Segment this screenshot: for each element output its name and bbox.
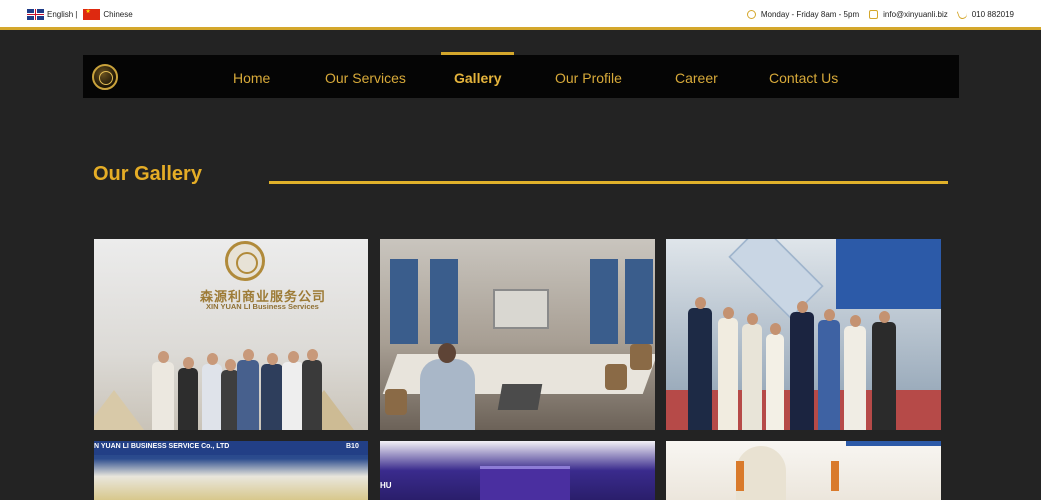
person	[420, 343, 475, 430]
phone-icon	[956, 8, 969, 21]
clock-icon	[746, 10, 756, 19]
laptop	[497, 384, 543, 410]
person	[178, 357, 198, 430]
chair	[385, 389, 407, 415]
person	[766, 323, 784, 430]
main-nav: Home Our Services Gallery Our Profile Ca…	[83, 52, 959, 98]
person	[237, 349, 259, 430]
contact-info: Monday - Friday 8am - 5pm info@xinyuanli…	[746, 8, 1014, 21]
lantern-decor	[736, 461, 744, 491]
business-hours: Monday - Friday 8am - 5pm	[760, 10, 860, 19]
nav-gallery[interactable]: Gallery	[454, 70, 501, 86]
window-curtain	[590, 259, 618, 344]
phone-link[interactable]: 010 882019	[972, 10, 1014, 19]
company-logo[interactable]	[92, 64, 118, 90]
page-title: Our Gallery	[93, 163, 202, 185]
gallery-photo-storefront[interactable]: N YUAN LI BUSINESS SERVICE Co., LTD B10	[94, 441, 368, 500]
person	[742, 313, 762, 430]
gallery-photo-decoration[interactable]	[666, 441, 941, 500]
person	[202, 353, 222, 430]
chair	[605, 364, 627, 390]
window-curtain	[625, 259, 653, 344]
language-switcher: English | Chinese	[27, 9, 133, 20]
backdrop-pattern	[728, 239, 824, 320]
hours-item: Monday - Friday 8am - 5pm	[746, 10, 860, 19]
active-tab-indicator	[441, 52, 514, 55]
person	[688, 297, 712, 430]
gallery-photo-stage-event[interactable]: HU	[380, 441, 655, 500]
person	[818, 309, 840, 430]
china-flag-icon[interactable]	[83, 9, 101, 20]
mountain-decor	[94, 390, 144, 430]
person	[302, 349, 322, 430]
nav-career[interactable]: Career	[675, 70, 718, 86]
lang-separator: |	[75, 10, 78, 19]
chair	[630, 344, 652, 370]
nav-our-services[interactable]: Our Services	[325, 70, 406, 86]
projector-screen	[493, 289, 549, 329]
gallery-photo-meeting[interactable]	[380, 239, 655, 430]
lang-chinese-link[interactable]: Chinese	[103, 10, 132, 19]
sign-english: XIN YUAN LI Business Services	[206, 302, 319, 311]
person	[790, 301, 814, 430]
person	[844, 315, 866, 430]
booth-code: B10	[346, 443, 359, 450]
lang-english-link[interactable]: English	[47, 10, 73, 19]
title-divider	[269, 181, 948, 184]
phone-item[interactable]: 010 882019	[956, 8, 1014, 21]
window-curtain	[390, 259, 418, 344]
blue-banner-strip	[846, 441, 941, 446]
event-banner	[836, 239, 941, 309]
window-curtain	[430, 259, 458, 344]
company-emblem-icon	[225, 241, 265, 281]
person	[282, 351, 304, 430]
person	[261, 353, 283, 430]
banner-text: HU	[380, 481, 392, 490]
nav-contact-us[interactable]: Contact Us	[769, 70, 838, 86]
gallery-photo-event-group[interactable]	[666, 239, 941, 430]
person	[152, 351, 174, 430]
person	[718, 307, 738, 430]
nav-our-profile[interactable]: Our Profile	[555, 70, 622, 86]
uk-flag-icon[interactable]	[27, 9, 44, 20]
email-item[interactable]: info@xinyuanli.biz	[869, 10, 948, 19]
top-bar: English | Chinese Monday - Friday 8am - …	[0, 0, 1041, 30]
email-link[interactable]: info@xinyuanli.biz	[883, 10, 948, 19]
person	[872, 311, 896, 430]
event-stage	[480, 466, 570, 500]
lantern-decor	[831, 461, 839, 491]
envelope-icon	[869, 10, 879, 19]
nav-home[interactable]: Home	[233, 70, 270, 86]
gallery-photo-office-group[interactable]: 森源利商业服务公司 XIN YUAN LI Business Services	[94, 239, 368, 430]
signboard-text: N YUAN LI BUSINESS SERVICE Co., LTD	[94, 443, 230, 450]
